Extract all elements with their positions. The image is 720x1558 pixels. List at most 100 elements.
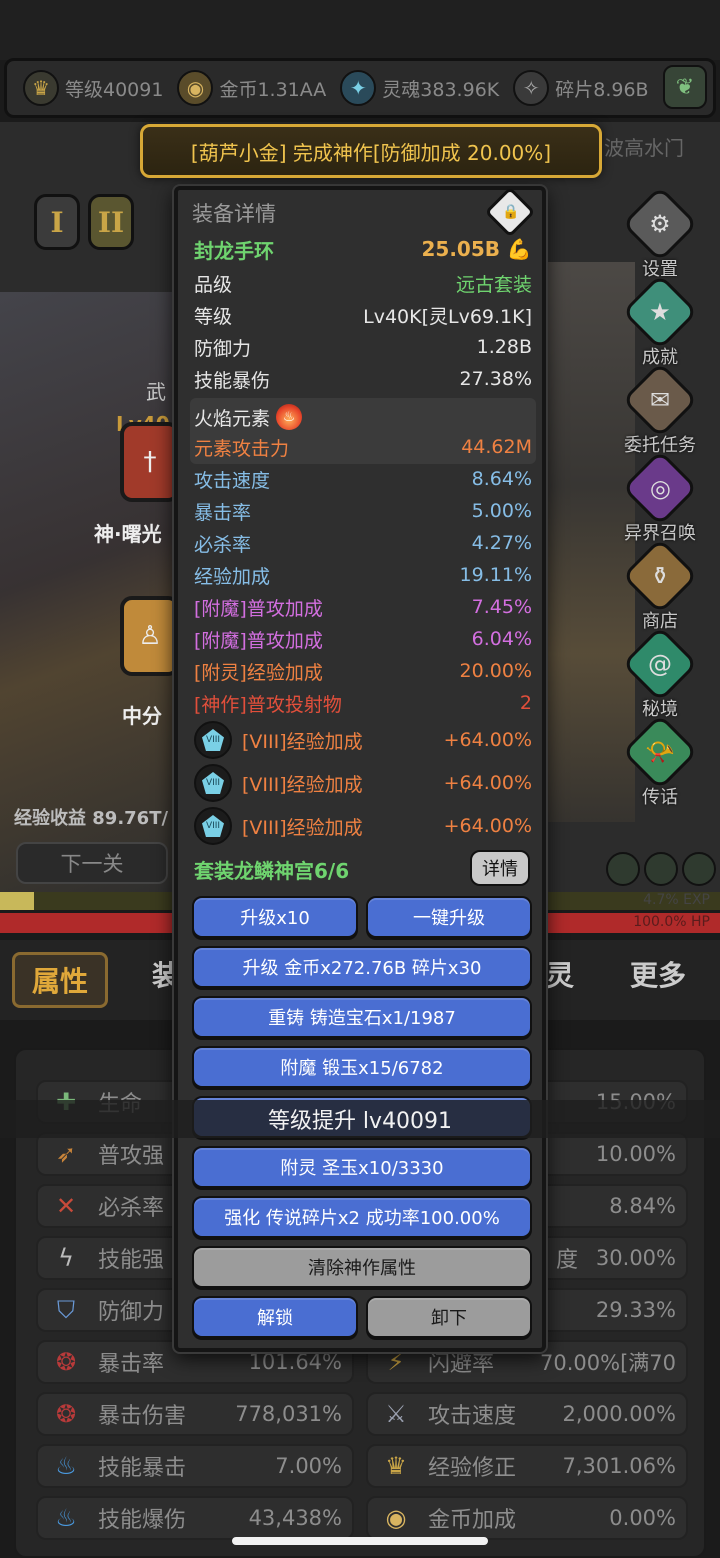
slash-icon: ✕ [55, 1192, 77, 1220]
resource-shard: ✧ 碎片8.96B [513, 70, 649, 106]
soul-text: 灵魂383.96K [382, 78, 500, 101]
stat-exp-modifier: ♛ 经验修正 7,301.06% [366, 1444, 688, 1488]
status-icons [606, 852, 716, 886]
gold-text: 金币1.31AA [219, 78, 327, 101]
upgrade-button[interactable]: 升级 金币x272.76B 碎片x30 [192, 946, 532, 988]
portal-icon: ◎ [621, 449, 699, 527]
page-one-button[interactable]: I [34, 194, 80, 250]
home-indicator[interactable] [232, 1537, 488, 1545]
page-two-button[interactable]: II [88, 194, 134, 250]
defense-row: 防御力 1.28B [194, 336, 532, 360]
scroll-icon: ✉ [621, 361, 699, 439]
stat-attack-speed: ⚔ 攻击速度 2,000.00% [366, 1392, 688, 1436]
shard-text: 碎片8.96B [555, 78, 649, 101]
pet-card[interactable]: ♙ [120, 596, 180, 676]
lock-icon[interactable]: 🔒 [484, 186, 536, 238]
modal-title: 装备详情 [192, 202, 276, 226]
menu-achievements[interactable]: ★ 成就 [612, 273, 708, 369]
crown-icon: ♛ [385, 1452, 407, 1480]
attr-row: 必杀率 4.27% [194, 532, 532, 556]
gem-row: VIII [VIII]经验加成 +64.00% [194, 806, 532, 846]
tab-attributes[interactable]: 属性 [12, 952, 108, 1008]
swords-icon: ⚔ [385, 1400, 407, 1428]
level-row: 等级 Lv40K[灵Lv69.1K] [194, 305, 532, 328]
menu-secret-realm[interactable]: @ 秘境 [612, 625, 708, 721]
buff-icon-2[interactable] [644, 852, 678, 886]
exp-bar-label: 4.7% EXP [643, 892, 710, 908]
clear-masterwork-button[interactable]: 清除神作属性 [192, 1246, 532, 1288]
gem-icon[interactable]: VIII [194, 764, 232, 802]
menu-settings[interactable]: ⚙ 设置 [612, 185, 708, 281]
attr-row: 暴击率 5.00% [194, 500, 532, 524]
coin-icon: ◉ [177, 70, 214, 106]
blue-flame-icon: ♨ [55, 1452, 77, 1480]
attr-row: [附魔]普攻加成 6.04% [194, 628, 532, 652]
gem-row: VIII [VIII]经验加成 +64.00% [194, 720, 532, 760]
one-click-upgrade-button[interactable]: 一键升级 [366, 896, 532, 938]
dagger-icon: † [143, 447, 157, 477]
menu-message[interactable]: 📯 传话 [612, 713, 708, 809]
tab-spirit[interactable]: 灵 [546, 954, 574, 994]
crit-damage-icon: ❂ [55, 1400, 77, 1428]
shop-icon: ⚱ [621, 537, 699, 615]
claw-icon: ➶ [55, 1140, 77, 1168]
menu-summon[interactable]: ◎ 异界召唤 [612, 449, 708, 545]
crit-icon: ❂ [55, 1348, 77, 1376]
weapon-slot-label: 武 [146, 380, 166, 404]
attr-row: 攻击速度 8.64% [194, 468, 532, 492]
attr-row: 经验加成 19.11% [194, 564, 532, 588]
gem-row: VIII [VIII]经验加成 +64.00% [194, 763, 532, 803]
buff-icon-3[interactable] [682, 852, 716, 886]
stat-crit-damage: ❂ 暴击伤害 778,031% [36, 1392, 354, 1436]
crown-icon: ♛ [23, 70, 59, 106]
resource-soul: ✦ 灵魂383.96K [340, 70, 499, 106]
flexed-arm-icon: 💪 [506, 237, 532, 261]
figure-icon: ♙ [138, 621, 162, 651]
skill-crit-damage-row: 技能暴伤 27.38% [194, 368, 532, 392]
gear-icon: ⚙ [621, 185, 699, 263]
coin-icon: ◉ [385, 1504, 407, 1532]
level-up-toast: 等级提升 lv40091 [0, 1100, 720, 1138]
reforge-button[interactable]: 重铸 铸造宝石x1/1987 [192, 996, 532, 1038]
unlock-button[interactable]: 解锁 [192, 1296, 358, 1338]
attr-row: [附魔]普攻加成 7.45% [194, 596, 532, 620]
exp-bar-fill [0, 892, 34, 910]
resource-level: ♛ 等级40091 [23, 70, 163, 106]
buff-icon-1[interactable] [606, 852, 640, 886]
set-detail-button[interactable]: 详情 [470, 850, 530, 886]
spirit-button[interactable]: 附灵 圣玉x10/3330 [192, 1146, 532, 1188]
menu-shop[interactable]: ⚱ 商店 [612, 537, 708, 633]
next-stage-button[interactable]: 下一关 [16, 842, 168, 884]
equip-power: 25.05B [421, 237, 500, 261]
menu-quests[interactable]: ✉ 委托任务 [612, 361, 708, 457]
attr-row: [神作]普攻投射物 2 [194, 692, 532, 716]
bolt-icon: ϟ [58, 1244, 74, 1272]
exp-income-text: 经验收益 89.76T/ [14, 808, 169, 829]
pet-card-label: 中分 [122, 704, 162, 728]
tab-more[interactable]: 更多 [630, 954, 686, 994]
stat-skill-crit-damage: ♨ 技能爆伤 43,438% [36, 1496, 354, 1540]
resource-gold: ◉ 金币1.31AA [177, 70, 326, 106]
leaf-icon[interactable]: ❦ [663, 65, 707, 109]
gem-icon[interactable]: VIII [194, 721, 232, 759]
shield-icon: ⛉ [57, 1296, 75, 1324]
achievement-banner: [葫芦小金] 完成神作[防御加成 20.00%] [140, 124, 602, 178]
equip-name: 封龙手环 [194, 238, 274, 263]
enchant-button[interactable]: 附魔 锻玉x15/6782 [192, 1046, 532, 1088]
wave-text: 波高水门 [604, 136, 684, 160]
gem-icon[interactable]: VIII [194, 807, 232, 845]
star-icon: ★ [621, 273, 699, 351]
element-name: 火焰元素 [194, 407, 271, 430]
top-scene-strip [0, 0, 720, 60]
quality-row: 品级 远古套装 [194, 273, 532, 296]
horn-icon: 📯 [621, 713, 699, 791]
vortex-icon: @ [621, 625, 699, 703]
upgrade-x10-button[interactable]: 升级x10 [192, 896, 358, 938]
soul-icon: ✦ [340, 70, 377, 106]
strengthen-button[interactable]: 强化 传说碎片x2 成功率100.00% [192, 1196, 532, 1238]
set-name: 套装龙鳞神宫6/6 [194, 858, 350, 883]
element-name-row: 火焰元素 ♨ [194, 402, 532, 432]
weapon-card[interactable]: † [120, 422, 180, 502]
equipment-detail-modal: 装备详情 🔒 封龙手环 25.05B 💪 品级 远古套装 等级 Lv40K[灵L… [174, 186, 546, 1352]
unequip-button[interactable]: 卸下 [366, 1296, 532, 1338]
